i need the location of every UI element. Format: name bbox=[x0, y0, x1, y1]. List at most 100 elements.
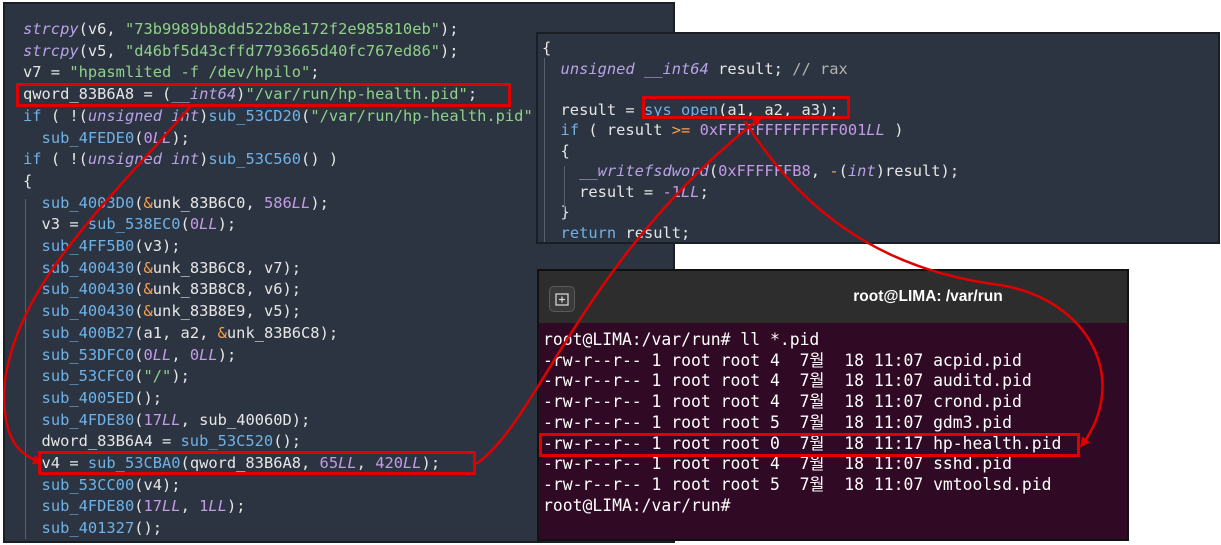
code-token: sub_4005ED bbox=[41, 388, 135, 407]
code-token: , sub_40060D); bbox=[180, 410, 311, 429]
terminal-file-row: -rw-r--r-- 1 root root 4 7월 18 11:07 acp… bbox=[543, 350, 1022, 370]
code-token: (); bbox=[134, 388, 163, 407]
code-token: (v4); bbox=[134, 475, 181, 494]
code-token: return bbox=[560, 223, 617, 242]
code-token: ; bbox=[699, 182, 709, 201]
code-token: result; bbox=[616, 223, 691, 242]
code-token: sub_53CC00 bbox=[41, 475, 135, 494]
code-token: sub_400430 bbox=[41, 280, 135, 299]
code-token: unk_83B6C8, v7); bbox=[152, 258, 302, 277]
code-token: ( bbox=[134, 258, 144, 277]
code-token: v3 = bbox=[23, 215, 88, 234]
code-token: ) bbox=[199, 106, 209, 125]
code-token: ( bbox=[134, 367, 144, 386]
code-token: sub_53DFC0 bbox=[41, 345, 135, 364]
code-token: ( !( bbox=[41, 150, 88, 169]
code-line: { bbox=[542, 141, 570, 163]
code-token: >= bbox=[671, 121, 691, 139]
code-token: ); bbox=[421, 454, 441, 472]
code-token: & bbox=[143, 193, 153, 212]
code-token: & bbox=[143, 302, 153, 321]
code-token: ( bbox=[134, 345, 144, 364]
code-token: unk_83B8E9, v5); bbox=[152, 302, 302, 321]
code-line: strcpy(v5, "d46bf5d43cffd7793665d40fc767… bbox=[23, 41, 459, 63]
code-token: 586 bbox=[263, 193, 292, 212]
code-token: 0 bbox=[189, 215, 200, 234]
code-line: } bbox=[542, 202, 570, 224]
code-token: ( bbox=[134, 193, 144, 212]
code-token: ( bbox=[301, 106, 311, 125]
terminal-titlebar: root@LIMA: /var/run bbox=[539, 271, 1127, 323]
code-token: LL bbox=[152, 128, 172, 147]
code-token: ); bbox=[171, 128, 190, 147]
code-token: unsigned __int64 bbox=[560, 59, 709, 78]
code-token: result = bbox=[542, 100, 644, 119]
terminal-file-row: -rw-r--r-- 1 root root 5 7월 18 11:07 gdm… bbox=[543, 412, 1013, 432]
code-token: LL bbox=[681, 182, 700, 201]
code-token: qword_83B6A8 bbox=[23, 85, 135, 104]
code-token: ( bbox=[134, 410, 144, 429]
code-token: (a1, a2, bbox=[134, 323, 218, 342]
code-token: (qword_83B6A8, bbox=[180, 454, 320, 472]
code-token: ); bbox=[440, 41, 459, 60]
code-line: { bbox=[542, 38, 551, 60]
code-token: ; bbox=[467, 85, 478, 104]
code-token: -1 bbox=[662, 182, 682, 201]
code-line: sub_400B27(a1, a2, &unk_83B6C8); bbox=[23, 323, 339, 345]
code-token: // rax bbox=[792, 59, 848, 78]
code-line: if ( result >= 0xFFFFFFFFFFFFF001LL ) bbox=[542, 120, 904, 142]
code-line: v4 = sub_53CBA0(qword_83B6A8, 65LL, 420L… bbox=[23, 453, 441, 475]
code-line: if ( !(unsigned int)sub_53C560() ) bbox=[23, 149, 338, 171]
code-line: __writefsdword(0xFFFFFFB8, -(int)result)… bbox=[542, 161, 959, 183]
code-token: sub_400430 bbox=[41, 258, 135, 277]
code-token: if bbox=[23, 150, 42, 169]
code-token: ); bbox=[310, 193, 329, 212]
code-token: sub_4FDE80 bbox=[41, 497, 135, 516]
code-token: - bbox=[829, 162, 839, 180]
code-token: )result); bbox=[875, 162, 960, 180]
code-token: (a1, a2, a3); bbox=[718, 100, 839, 119]
code-token: , bbox=[180, 497, 200, 516]
decompiled-code-panel-sys-open: { unsigned __int64 result; // rax result… bbox=[536, 32, 1220, 244]
code-token: strcpy bbox=[23, 41, 79, 60]
indent-guide bbox=[25, 199, 26, 539]
code-line: result = -1LL; bbox=[542, 182, 709, 204]
code-line: sub_4FDE80(17LL, sub_40060D); bbox=[23, 410, 311, 432]
code-token: LL bbox=[199, 345, 218, 364]
code-token: unsigned int bbox=[87, 150, 200, 169]
code-token: "/var/run/hp-health.pid" bbox=[245, 85, 468, 104]
code-token: 420 bbox=[375, 454, 403, 472]
code-line: sub_4FF5B0(v3); bbox=[23, 236, 181, 258]
code-token: ); bbox=[440, 20, 459, 38]
terminal-window: root@LIMA: /var/run root@LIMA:/var/run# … bbox=[537, 269, 1129, 541]
terminal-file-row: -rw-r--r-- 1 root root 0 7월 18 11:17 hp-… bbox=[543, 433, 1062, 453]
code-line: unsigned __int64 result; // rax bbox=[542, 59, 848, 81]
code-line: sub_4FEDE0(0LL); bbox=[23, 128, 190, 150]
code-token: sub_400B27 bbox=[41, 323, 135, 342]
code-token: sub_53C560 bbox=[208, 150, 302, 169]
code-token: } bbox=[542, 203, 570, 221]
code-token: sub_4003D0 bbox=[41, 193, 135, 212]
code-token: ( bbox=[180, 215, 190, 234]
code-token: unsigned int bbox=[87, 106, 200, 125]
code-line: dword_83B6A4 = sub_53C520(); bbox=[23, 431, 301, 453]
terminal-file-row: -rw-r--r-- 1 root root 4 7월 18 11:07 aud… bbox=[543, 371, 1032, 391]
indent-guide bbox=[564, 166, 565, 211]
terminal-file-row: -rw-r--r-- 1 root root 4 7월 18 11:07 ssh… bbox=[543, 454, 1013, 474]
terminal-prompt-line: root@LIMA:/var/run# bbox=[543, 495, 731, 515]
code-token: 0xFFFFFFFFFFFFF001 bbox=[699, 121, 867, 139]
code-token: (); bbox=[134, 519, 163, 538]
code-token: ( bbox=[134, 302, 144, 321]
code-token: (v6, bbox=[78, 20, 125, 38]
code-token: () ) bbox=[301, 150, 339, 169]
code-token: result; bbox=[708, 59, 793, 78]
code-token: & bbox=[143, 258, 153, 277]
terminal-file-row: -rw-r--r-- 1 root root 4 7월 18 11:07 cro… bbox=[543, 392, 1022, 412]
code-token: sub_53C520 bbox=[180, 432, 274, 451]
code-token: LL bbox=[162, 410, 181, 429]
code-token: v7 = bbox=[23, 63, 70, 82]
code-token: dword_83B6A4 = bbox=[23, 432, 181, 451]
code-token: ); bbox=[217, 345, 237, 364]
code-token: ( !( bbox=[41, 106, 88, 125]
